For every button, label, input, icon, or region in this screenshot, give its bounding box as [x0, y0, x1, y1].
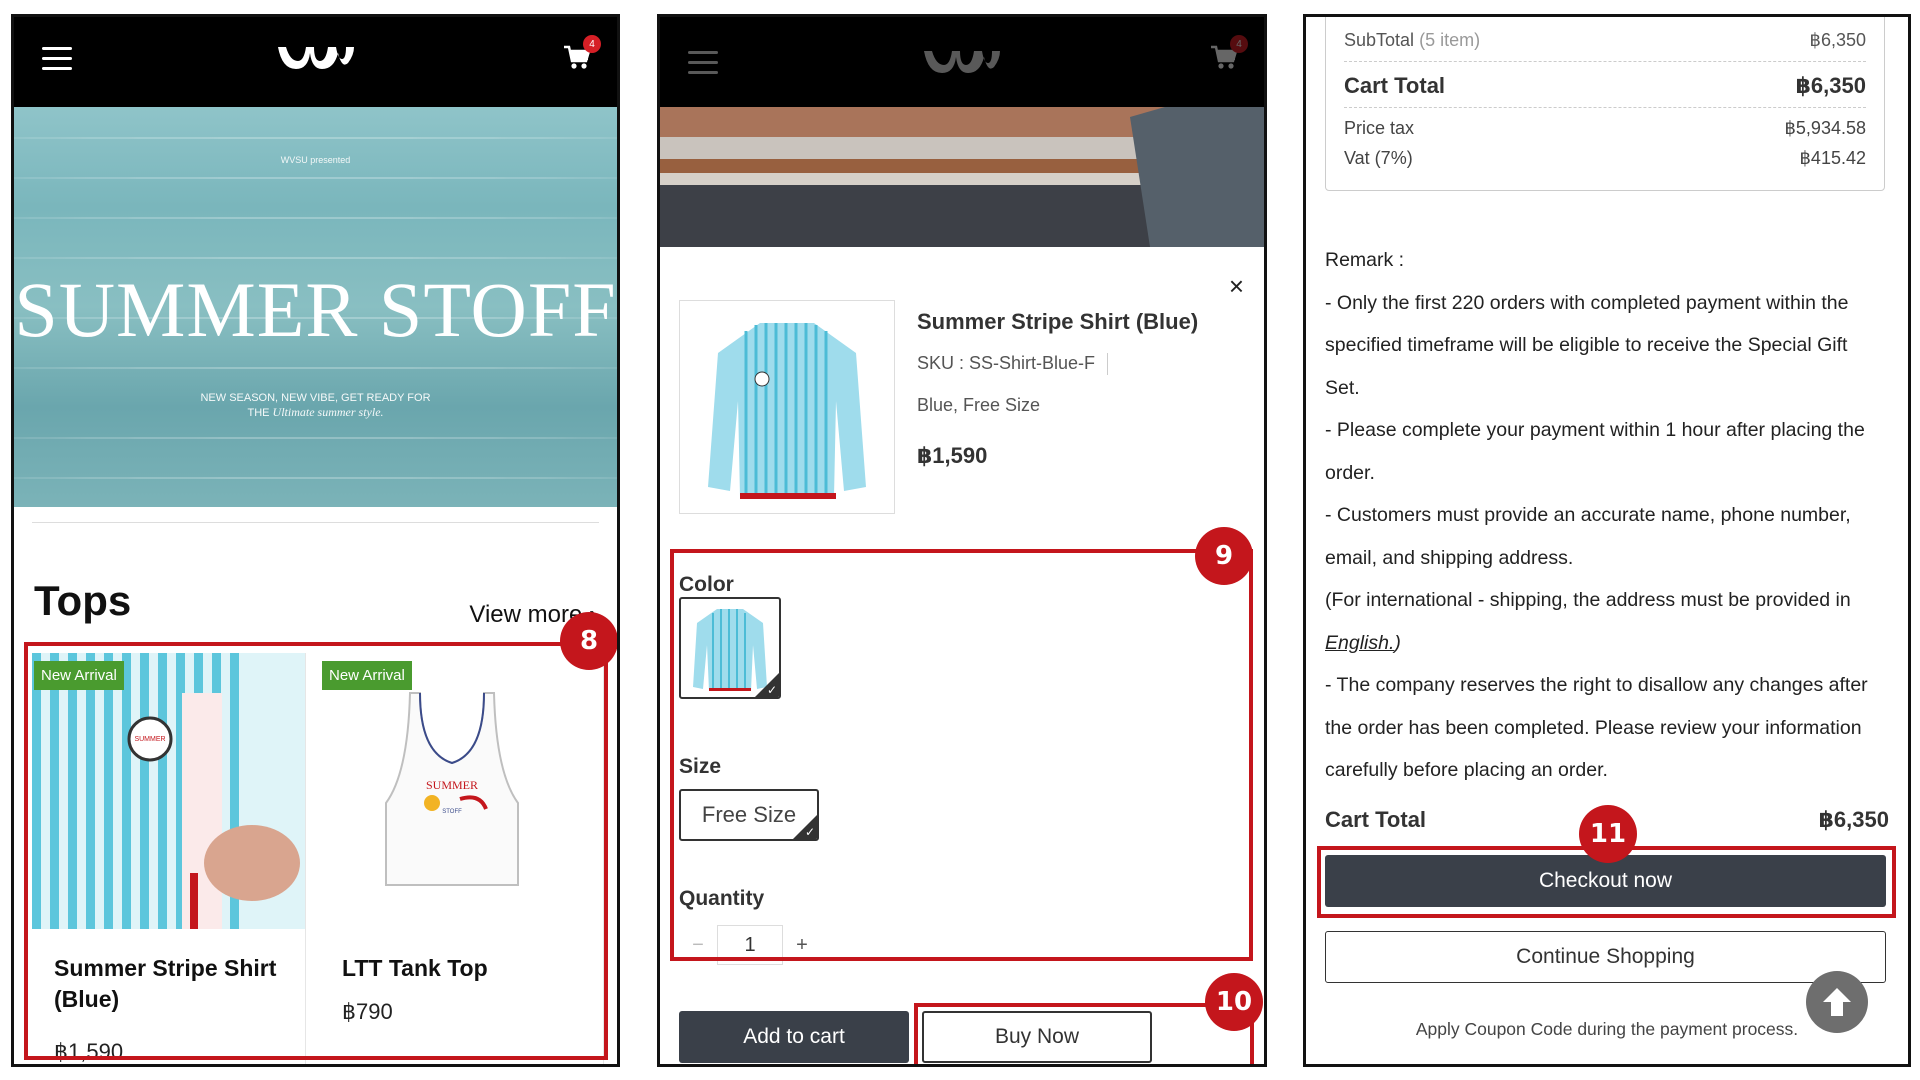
scroll-to-top-button[interactable]: [1806, 971, 1868, 1033]
brand-logo[interactable]: [922, 47, 1002, 77]
product-title: Summer Stripe Shirt (Blue): [917, 309, 1199, 334]
product-options-modal: × Summer Stripe Shirt (Blue) SKU : SS-Sh…: [660, 247, 1264, 1064]
brand-logo[interactable]: [276, 43, 356, 73]
product-image[interactable]: SUMMER New Arrival: [32, 653, 305, 929]
home-screen-panel: 4 WVSU presented SUMMER STOFF NEW SEASON…: [11, 14, 620, 1067]
add-to-cart-button[interactable]: Add to cart: [679, 1011, 909, 1063]
hero-tagline: NEW SEASON, NEW VIBE, GET READY FOR THE …: [200, 392, 431, 419]
color-label: Color: [679, 573, 734, 596]
new-arrival-badge: New Arrival: [34, 661, 124, 690]
arrow-up-icon: [1823, 988, 1851, 1016]
product-price: ฿1,590: [54, 1039, 124, 1064]
quantity-stepper: − 1 +: [679, 925, 821, 965]
cart-button[interactable]: 4: [563, 35, 601, 75]
quantity-increase-button[interactable]: +: [783, 925, 821, 965]
cart-count-badge: 4: [583, 35, 601, 53]
cart-summary-panel: SubTotal (5 item) ฿6,350 Cart Total ฿6,3…: [1303, 14, 1911, 1067]
quantity-label: Quantity: [679, 887, 765, 910]
hero-presented-text: WVSU presented: [280, 155, 351, 165]
subtotal-row: SubTotal (5 item) ฿6,350: [1344, 20, 1866, 62]
product-name[interactable]: LTT Tank Top: [342, 953, 582, 984]
hamburger-menu-icon[interactable]: [688, 51, 718, 75]
size-label: Size: [679, 755, 722, 778]
callout-number-badge: 8: [560, 612, 617, 670]
svg-text:STOFF: STOFF: [442, 809, 462, 815]
price-tax-row: Price tax ฿5,934.58: [1344, 118, 1866, 138]
hamburger-menu-icon[interactable]: [42, 47, 72, 71]
product-card[interactable]: SUMMER New Arrival Summer Stripe Shirt (…: [32, 653, 306, 1064]
english-link[interactable]: English.: [1325, 632, 1394, 654]
callout-number-badge: 11: [1579, 805, 1637, 863]
product-variant: Blue, Free Size: [917, 395, 1041, 415]
remark-text: Remark : - Only the first 220 orders wit…: [1325, 249, 1868, 781]
callout-number-badge: 9: [1195, 527, 1253, 585]
cart-total-row: Cart Total ฿6,350: [1344, 64, 1866, 108]
continue-shopping-button[interactable]: Continue Shopping: [1325, 931, 1886, 983]
selected-check-icon: ✓: [804, 825, 815, 839]
hero-banner[interactable]: WVSU presented SUMMER STOFF NEW SEASON, …: [14, 107, 617, 507]
close-icon[interactable]: ×: [1229, 271, 1244, 302]
section-divider: [32, 522, 599, 523]
product-image[interactable]: SUMMER STOFF New Arrival: [320, 653, 603, 929]
product-name[interactable]: Summer Stripe Shirt (Blue): [54, 953, 294, 1015]
section-title: Tops: [34, 577, 132, 624]
cart-button[interactable]: 4: [1210, 35, 1248, 75]
selected-check-icon: ✓: [766, 683, 777, 697]
cart-count-badge: 4: [1230, 35, 1248, 53]
hero-title: SUMMER STOFF: [14, 266, 617, 353]
product-price: ฿790: [342, 999, 393, 1024]
dimmed-background[interactable]: 4: [660, 17, 1264, 247]
svg-text:SUMMER: SUMMER: [134, 736, 165, 743]
product-thumbnail: [679, 300, 895, 514]
product-sku: SKU : SS-Shirt-Blue-F: [917, 353, 1109, 376]
quantity-input[interactable]: 1: [717, 925, 783, 965]
product-card[interactable]: SUMMER STOFF New Arrival LTT Tank Top ฿7…: [320, 653, 604, 1064]
product-options-panel: 4 × Summer Stripe Shirt (Blue) SKU : SS-…: [657, 14, 1267, 1067]
product-price: ฿1,590: [917, 443, 988, 468]
new-arrival-badge: New Arrival: [322, 661, 412, 690]
size-option-free-size[interactable]: Free Size ✓: [679, 789, 819, 841]
quantity-decrease-button[interactable]: −: [679, 925, 717, 965]
order-summary-box: SubTotal (5 item) ฿6,350 Cart Total ฿6,3…: [1325, 17, 1885, 191]
callout-number-badge: 10: [1205, 973, 1263, 1031]
top-navigation-bar: 4: [14, 17, 617, 107]
svg-text:SUMMER: SUMMER: [426, 778, 478, 792]
color-swatch-blue[interactable]: ✓: [679, 597, 781, 699]
buy-now-button[interactable]: Buy Now: [922, 1011, 1152, 1063]
vat-row: Vat (7%) ฿415.42: [1344, 148, 1866, 168]
